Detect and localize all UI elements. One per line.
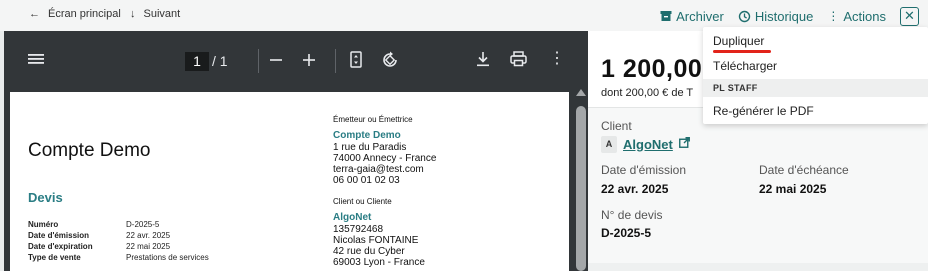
scrollbar-thumb[interactable]: [576, 106, 586, 271]
menu-item-duplicate[interactable]: Dupliquer: [713, 34, 764, 48]
history-button[interactable]: Historique: [738, 9, 813, 24]
menu-item-regenerate-pdf[interactable]: Re-générer le PDF: [713, 104, 814, 118]
emitter-label: Émetteur ou Émettrice: [333, 115, 413, 124]
actions-button[interactable]: ⋮ Actions: [827, 9, 886, 24]
client-link[interactable]: AlgoNet: [623, 137, 673, 152]
pdf-viewer: 1 / 1 ⋮ Compte Demo Devis Numéro D-2025-…: [4, 31, 588, 271]
client-field-label: Client: [601, 119, 632, 133]
emitter-name: Compte Demo: [333, 130, 401, 141]
menu-icon[interactable]: [28, 52, 44, 71]
close-button[interactable]: ✕: [900, 6, 919, 26]
archive-icon: [660, 11, 672, 21]
emitter-line: terra-gaia@test.com: [333, 164, 424, 175]
rotate-icon[interactable]: [381, 51, 399, 74]
back-to-main-button[interactable]: ← Écran principal: [29, 8, 121, 20]
menu-section-label: PL STAFF: [713, 83, 758, 93]
document-title: Compte Demo: [28, 140, 151, 161]
client-line: Nicolas FONTAINE: [333, 235, 419, 246]
emitter-line: 1 rue du Paradis: [333, 142, 407, 153]
issue-date-label: Date d'émission: [601, 163, 686, 177]
emitter-line: 06 00 01 02 03: [333, 175, 400, 186]
arrow-left-icon: ←: [29, 8, 40, 20]
client-row: A AlgoNet: [601, 135, 690, 153]
more-options-icon[interactable]: ⋮: [549, 50, 565, 68]
pdf-toolbar: 1 / 1 ⋮: [4, 31, 588, 87]
archive-button[interactable]: Archiver: [660, 9, 724, 24]
client-name: AlgoNet: [333, 212, 372, 223]
external-link-icon[interactable]: [678, 135, 690, 153]
emitter-line: 74000 Annecy - France: [333, 153, 437, 164]
highlight-underline: [713, 50, 771, 53]
toolbar-divider: [258, 49, 259, 73]
client-label: Client ou Cliente: [333, 197, 392, 206]
issue-date-value: 22 avr. 2025: [601, 182, 669, 196]
client-line: 42 rue du Cyber: [333, 246, 405, 257]
quote-number-value: D-2025-5: [601, 226, 652, 240]
menu-item-download[interactable]: Télécharger: [713, 59, 777, 73]
menu-section-header: PL STAFF: [703, 79, 928, 97]
meta-value: Prestations de services: [126, 253, 209, 262]
tax-amount: dont 200,00 € de T: [601, 87, 694, 99]
page-number-input[interactable]: 1: [185, 52, 209, 71]
total-amount: 1 200,00: [601, 55, 703, 83]
meta-key: Type de vente: [28, 253, 81, 262]
fit-page-icon[interactable]: [350, 51, 362, 73]
quote-number-label: N° de devis: [601, 208, 663, 222]
kebab-icon: ⋮: [827, 9, 840, 23]
page-count: / 1: [212, 53, 228, 69]
toolbar-divider: [335, 49, 336, 73]
document-type: Devis: [28, 190, 63, 205]
client-avatar: A: [601, 135, 617, 153]
client-line: 135792468: [333, 224, 384, 235]
arrow-down-icon: ↓: [130, 8, 136, 20]
zoom-out-icon[interactable]: [269, 53, 283, 72]
due-date-label: Date d'échéance: [759, 163, 849, 177]
client-line: 69003 Lyon - France: [333, 257, 425, 268]
zoom-in-icon[interactable]: [302, 53, 316, 72]
next-button[interactable]: ↓ Suivant: [130, 8, 180, 20]
due-date-value: 22 mai 2025: [759, 182, 827, 196]
download-icon[interactable]: [476, 51, 490, 72]
scroll-up-arrow[interactable]: [576, 89, 586, 96]
panel-footer-strip: [588, 263, 928, 271]
actions-dropdown-menu: Dupliquer Télécharger PL STAFF Re-génére…: [703, 27, 928, 124]
pdf-page: Compte Demo Devis Numéro D-2025-5 Date d…: [10, 92, 569, 271]
history-icon: [738, 10, 751, 22]
parties-block: Émetteur ou Émettrice Compte Demo 1 rue …: [333, 114, 436, 268]
print-icon[interactable]: [510, 51, 527, 72]
